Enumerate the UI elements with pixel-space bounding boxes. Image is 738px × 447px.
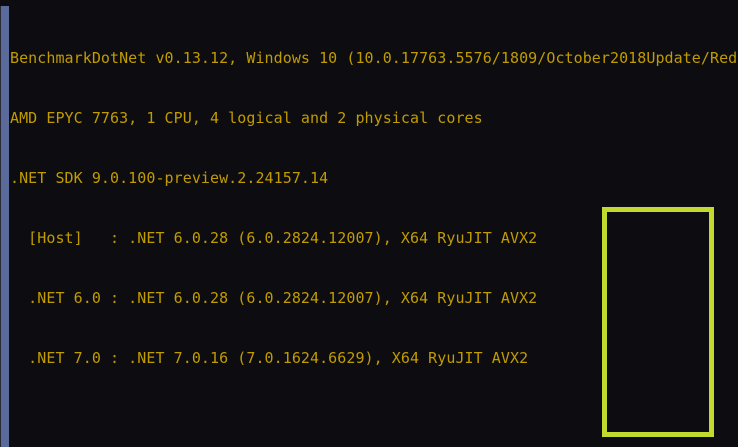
scrollbar[interactable] <box>0 6 9 447</box>
console-line-net60-runtime: .NET 6.0 : .NET 6.0.28 (6.0.2824.12007),… <box>10 289 538 307</box>
console-line-benchmark-version: BenchmarkDotNet v0.13.12, Windows 10 (10… <box>10 49 738 67</box>
console-line-net70-runtime: .NET 7.0 : .NET 7.0.16 (7.0.1624.6629), … <box>10 349 529 367</box>
console-line-sdk-info: .NET SDK 9.0.100-preview.2.24157.14 <box>10 169 329 187</box>
console-output[interactable]: BenchmarkDotNet v0.13.12, Windows 10 (10… <box>10 8 738 447</box>
console-line-cpu-info: AMD EPYC 7763, 1 CPU, 4 logical and 2 ph… <box>10 109 483 127</box>
terminal-window: { "colors": { "background": "#0c0c11", "… <box>0 0 738 447</box>
console-line-host-runtime: [Host] : .NET 6.0.28 (6.0.2824.12007), X… <box>10 229 538 247</box>
